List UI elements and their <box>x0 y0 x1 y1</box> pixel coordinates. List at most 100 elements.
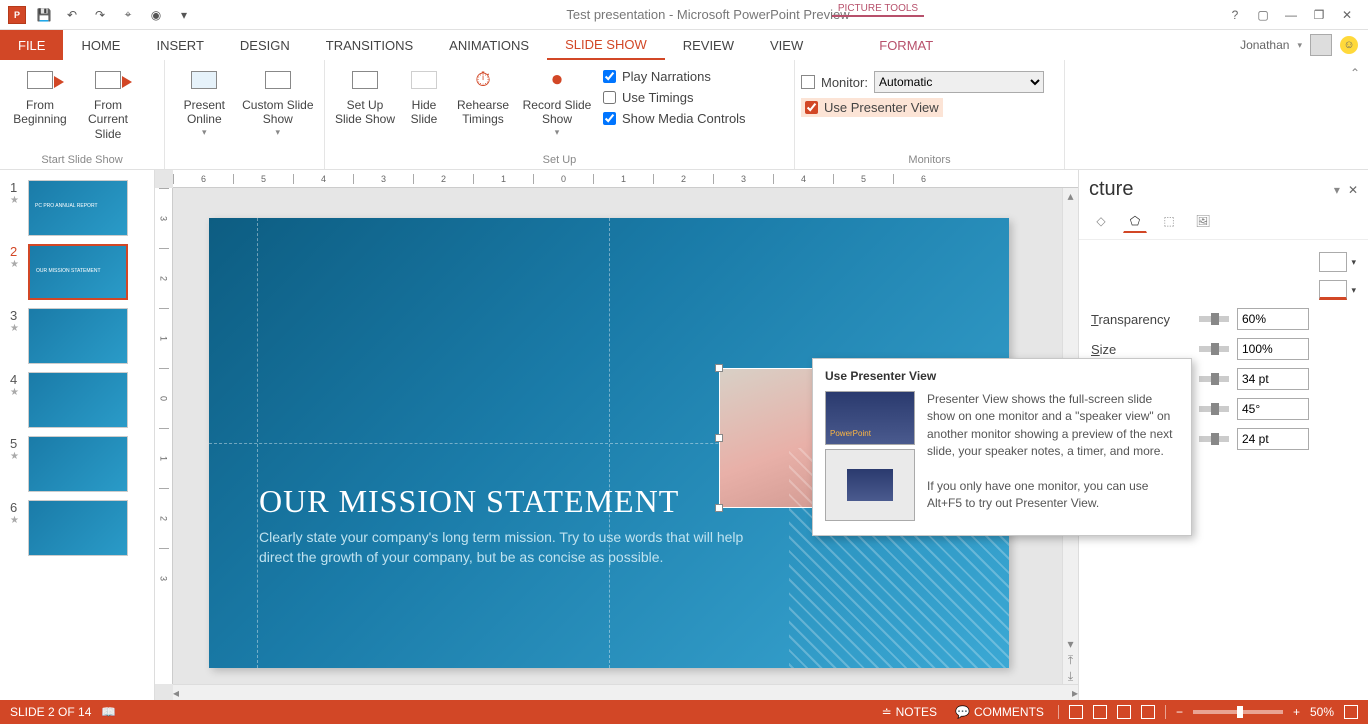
pane-options-icon[interactable]: ▾ <box>1334 183 1340 197</box>
help-icon[interactable]: ? <box>1226 6 1244 24</box>
quick-access-toolbar: P 💾 ↶ ↷ ⌖ ◉ ▾ <box>0 5 202 25</box>
tab-format[interactable]: FORMAT <box>861 30 951 60</box>
tab-file[interactable]: FILE <box>0 30 63 60</box>
slide-title[interactable]: OUR MISSION STATEMENT <box>259 483 679 520</box>
save-icon[interactable]: 💾 <box>34 5 54 25</box>
zoom-level[interactable]: 50% <box>1310 705 1334 719</box>
distance-input[interactable] <box>1237 428 1309 450</box>
tooltip-title: Use Presenter View <box>825 369 1179 383</box>
slide-thumbnail-6[interactable] <box>28 500 128 556</box>
app-icon[interactable]: P <box>8 6 26 24</box>
rehearse-timings-icon: ⏱ <box>467 66 499 94</box>
zoom-in-icon[interactable]: + <box>1293 705 1300 719</box>
size-input[interactable] <box>1237 338 1309 360</box>
slide-thumbnail-3[interactable] <box>28 308 128 364</box>
resize-handle-sw[interactable] <box>715 504 723 512</box>
start-from-beginning-icon[interactable]: ◉ <box>146 5 166 25</box>
tab-home[interactable]: HOME <box>63 30 138 60</box>
use-presenter-view-tooltip: Use Presenter View Presenter View shows … <box>812 358 1192 536</box>
tab-insert[interactable]: INSERT <box>138 30 221 60</box>
fit-to-window-icon[interactable] <box>1344 705 1358 719</box>
notes-button[interactable]: ≐NOTES <box>878 705 941 719</box>
transparency-slider[interactable] <box>1199 316 1229 322</box>
slide-thumbnail-4[interactable] <box>28 372 128 428</box>
horizontal-scrollbar[interactable]: ◂ ▸ <box>173 684 1078 700</box>
tab-transitions[interactable]: TRANSITIONS <box>308 30 431 60</box>
slide-thumbnail-panel[interactable]: 1★PC PRO ANNUAL REPORT 2★OUR MISSION STA… <box>0 170 155 700</box>
setup-slideshow-button[interactable]: Set Up Slide Show <box>331 64 399 129</box>
scroll-right-icon[interactable]: ▸ <box>1072 685 1078 700</box>
redo-icon[interactable]: ↷ <box>90 5 110 25</box>
hide-slide-button[interactable]: Hide Slide <box>399 64 449 129</box>
angle-input[interactable] <box>1237 398 1309 420</box>
qat-customize-icon[interactable]: ▾ <box>174 5 194 25</box>
size-slider[interactable] <box>1199 346 1229 352</box>
comments-button[interactable]: 💬COMMENTS <box>951 705 1048 719</box>
fill-line-tab-icon[interactable]: ◇ <box>1089 209 1113 233</box>
tab-design[interactable]: DESIGN <box>222 30 308 60</box>
feedback-icon[interactable]: ☺ <box>1340 36 1358 54</box>
color-swatch[interactable] <box>1319 280 1347 300</box>
tab-slideshow[interactable]: SLIDE SHOW <box>547 30 665 60</box>
blur-slider[interactable] <box>1199 376 1229 382</box>
scroll-down-icon[interactable]: ▾ <box>1063 636 1078 652</box>
monitor-select[interactable]: Automatic <box>874 71 1044 93</box>
close-pane-icon[interactable]: ✕ <box>1348 183 1358 197</box>
record-slideshow-button[interactable]: ⏺ Record Slide Show ▾ <box>517 64 597 140</box>
slide-body-text[interactable]: Clearly state your company's long term m… <box>259 528 779 567</box>
reading-view-icon[interactable] <box>1117 705 1131 719</box>
preset-swatch[interactable] <box>1319 252 1347 272</box>
user-avatar[interactable] <box>1310 34 1332 56</box>
tab-view[interactable]: VIEW <box>752 30 821 60</box>
scroll-up-icon[interactable]: ▴ <box>1063 188 1078 204</box>
ribbon-display-icon[interactable]: ▢ <box>1254 6 1272 24</box>
window-title: Test presentation - Microsoft PowerPoint… <box>202 7 1214 22</box>
transparency-input[interactable] <box>1237 308 1309 330</box>
rehearse-timings-button[interactable]: ⏱ Rehearse Timings <box>449 64 517 129</box>
blur-input[interactable] <box>1237 368 1309 390</box>
close-icon[interactable]: ✕ <box>1338 6 1356 24</box>
horizontal-ruler[interactable]: 6543210123456 <box>173 170 1078 188</box>
vertical-ruler[interactable]: 3210123 <box>155 188 173 684</box>
previous-slide-icon[interactable]: ⤒ <box>1063 652 1078 668</box>
custom-slideshow-button[interactable]: Custom Slide Show ▾ <box>238 64 318 140</box>
slide-thumbnail-1[interactable]: PC PRO ANNUAL REPORT <box>28 180 128 236</box>
picture-tab-icon[interactable]: 🖼 <box>1191 209 1215 233</box>
distance-slider[interactable] <box>1199 436 1229 442</box>
size-label: Size <box>1091 342 1191 357</box>
maximize-icon[interactable]: ❐ <box>1310 6 1328 24</box>
angle-slider[interactable] <box>1199 406 1229 412</box>
resize-handle-nw[interactable] <box>715 364 723 372</box>
resize-handle-w[interactable] <box>715 434 723 442</box>
normal-view-icon[interactable] <box>1069 705 1083 719</box>
undo-icon[interactable]: ↶ <box>62 5 82 25</box>
use-presenter-view-check[interactable]: Use Presenter View <box>801 98 943 117</box>
show-media-controls-check[interactable]: Show Media Controls <box>603 108 746 129</box>
tab-animations[interactable]: ANIMATIONS <box>431 30 547 60</box>
group-setup: Set Up <box>325 152 794 169</box>
tooltip-paragraph-2: If you only have one monitor, you can us… <box>927 478 1179 513</box>
slide-thumbnail-2[interactable]: OUR MISSION STATEMENT <box>28 244 128 300</box>
next-slide-icon[interactable]: ⤓ <box>1063 668 1078 684</box>
setup-slideshow-icon <box>349 66 381 94</box>
present-online-button[interactable]: Present Online ▾ <box>171 64 238 140</box>
effects-tab-icon[interactable]: ⬠ <box>1123 209 1147 233</box>
zoom-slider[interactable] <box>1193 710 1283 714</box>
from-beginning-button[interactable]: From Beginning <box>6 64 74 129</box>
slide-sorter-view-icon[interactable] <box>1093 705 1107 719</box>
slide-thumbnail-5[interactable] <box>28 436 128 492</box>
zoom-out-icon[interactable]: − <box>1176 705 1183 719</box>
window-controls: ? ▢ — ❐ ✕ <box>1214 6 1368 24</box>
user-name[interactable]: Jonathan <box>1240 38 1289 52</box>
touch-mode-icon[interactable]: ⌖ <box>118 5 138 25</box>
from-current-slide-button[interactable]: From Current Slide <box>74 64 142 143</box>
size-properties-tab-icon[interactable]: ⬚ <box>1157 209 1181 233</box>
use-timings-check[interactable]: Use Timings <box>603 87 746 108</box>
play-narrations-check[interactable]: Play Narrations <box>603 66 746 87</box>
spell-check-icon[interactable]: 📖 <box>101 705 116 719</box>
tab-review[interactable]: REVIEW <box>665 30 752 60</box>
slide-counter[interactable]: SLIDE 2 OF 14 <box>10 705 91 719</box>
minimize-icon[interactable]: — <box>1282 6 1300 24</box>
collapse-ribbon-icon[interactable]: ⌃ <box>1350 66 1360 80</box>
slideshow-view-icon[interactable] <box>1141 705 1155 719</box>
